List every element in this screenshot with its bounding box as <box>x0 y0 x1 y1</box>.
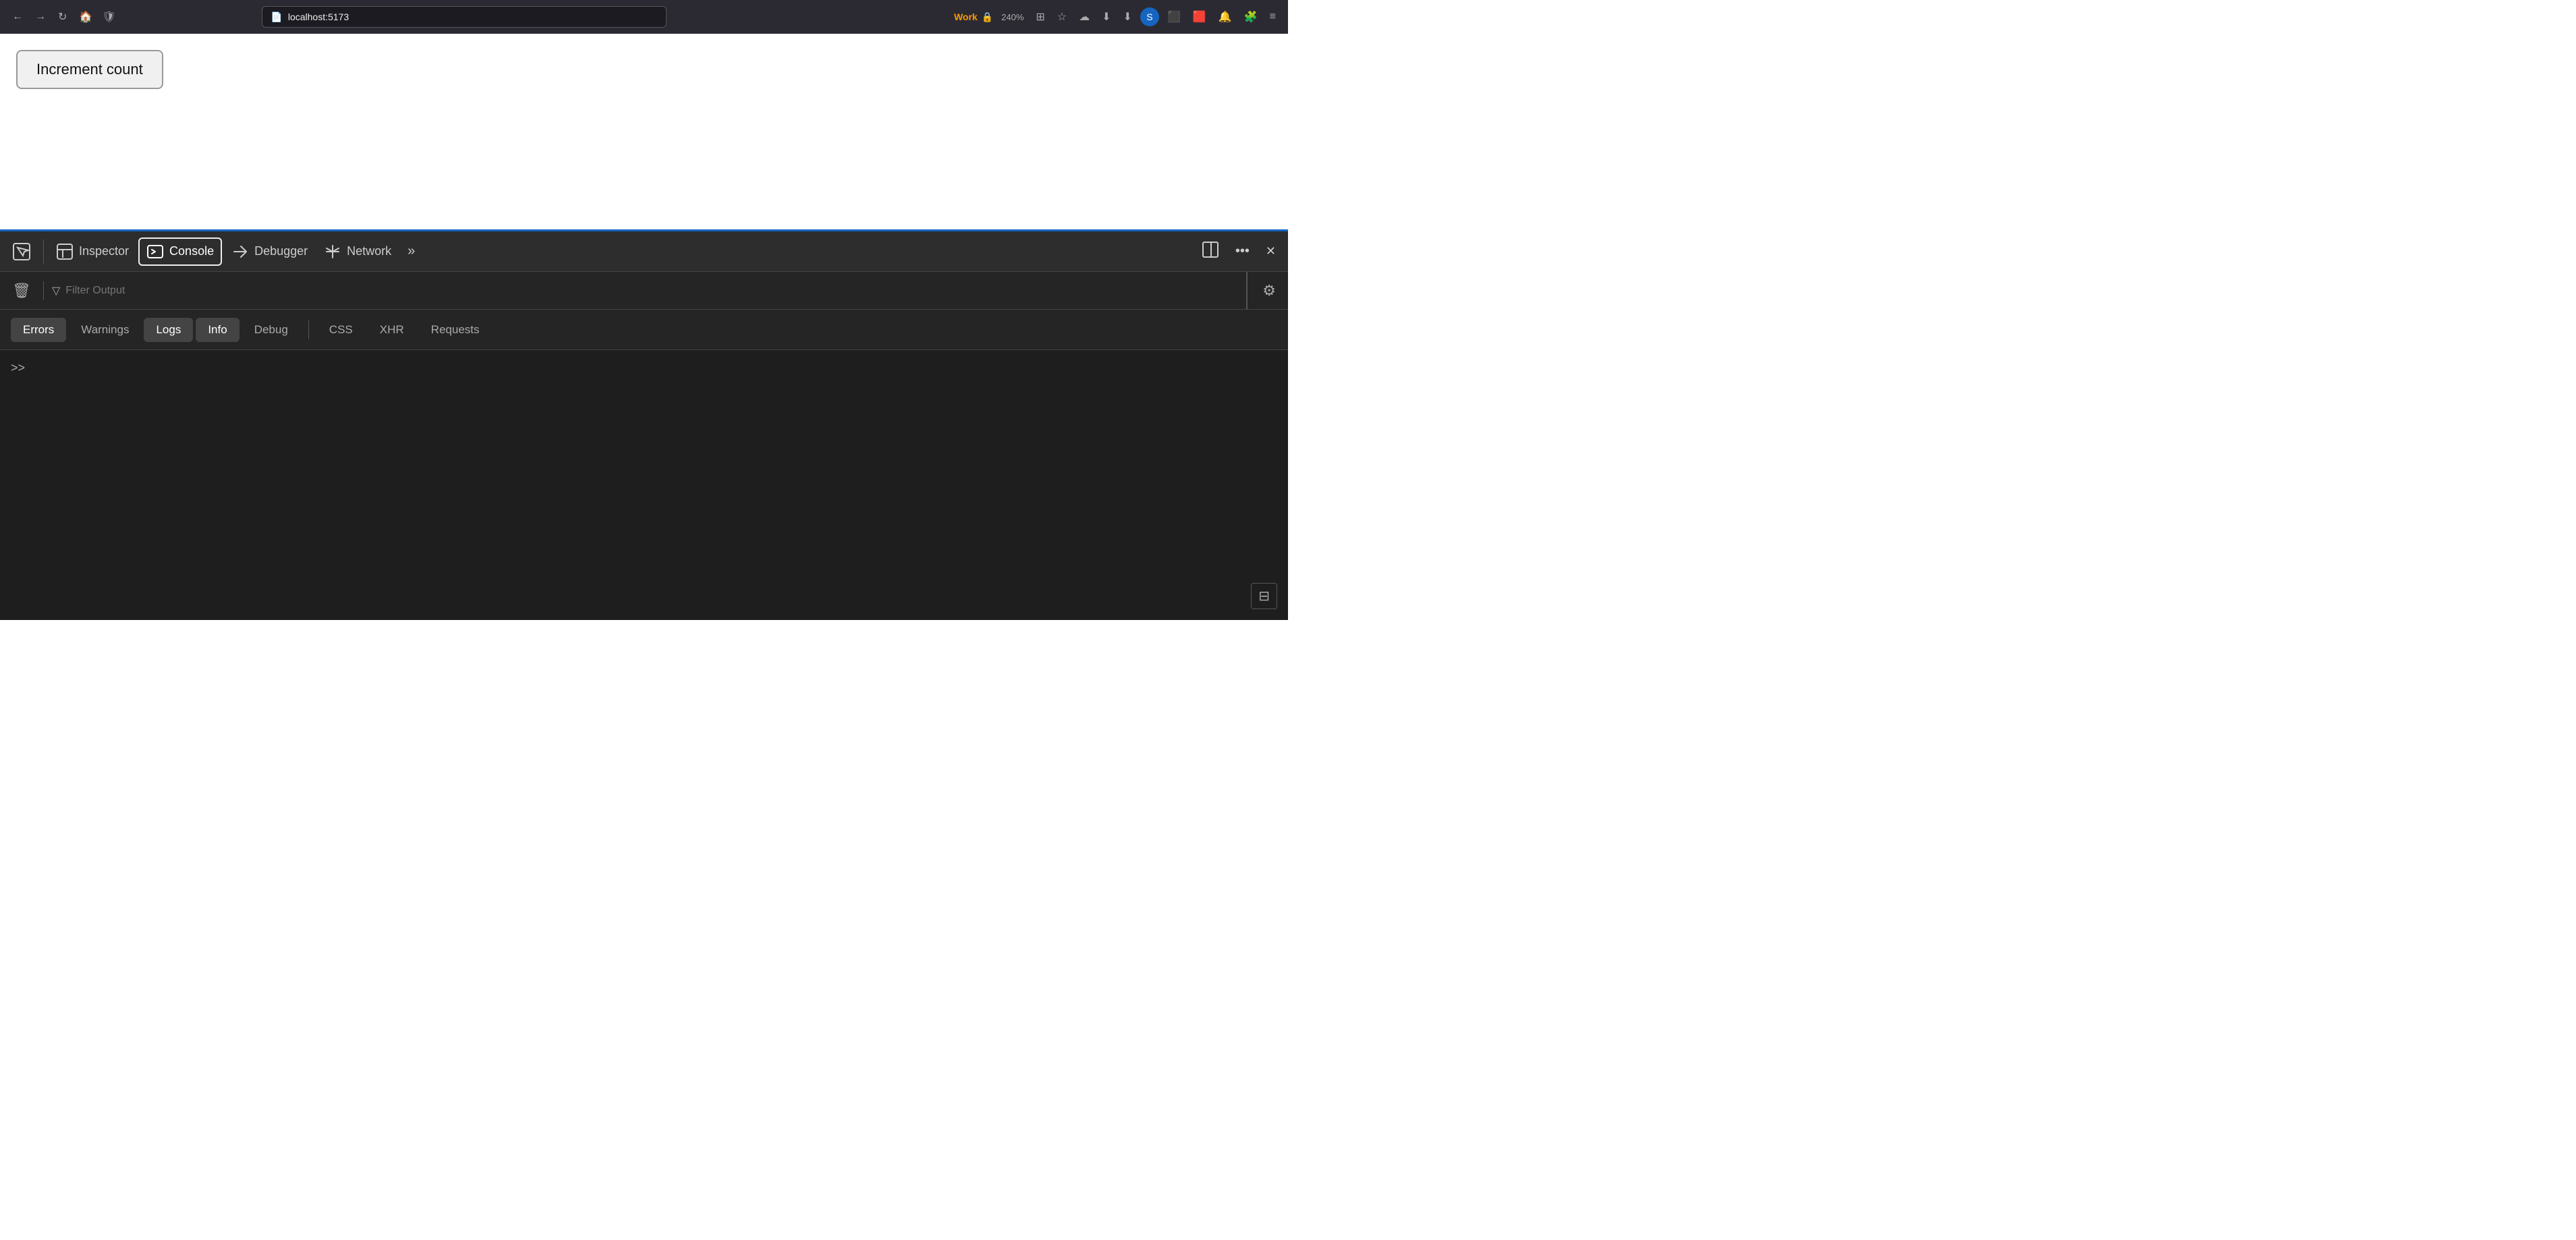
reload-button[interactable]: ↻ <box>54 7 71 26</box>
sync-button[interactable]: ⬇ <box>1119 7 1136 26</box>
downloads-button[interactable]: ⬇ <box>1098 7 1115 26</box>
side-panel-button[interactable]: ⊟ <box>1251 583 1277 609</box>
console-button[interactable]: Console <box>138 237 222 266</box>
console-settings-button[interactable]: ⚙ <box>1258 278 1280 304</box>
toolbar-separator-1 <box>43 239 44 264</box>
tab-css[interactable]: CSS <box>317 318 365 342</box>
close-devtools-button[interactable]: ✕ <box>1259 240 1283 262</box>
layout-icon <box>1202 241 1219 258</box>
work-label: Work <box>954 11 978 22</box>
shield-icon: 🛡 <box>102 10 115 24</box>
pocket-button[interactable]: ☁ <box>1075 7 1094 26</box>
forward-button[interactable]: → <box>31 8 50 26</box>
page-icon: 📄 <box>271 11 282 23</box>
zoom-button[interactable]: 240% <box>997 11 1028 24</box>
extensions-grid-button[interactable]: ⊞ <box>1032 7 1048 26</box>
devtools-panel: Inspector Console Debugger Network <box>0 229 1288 620</box>
bookmark-button[interactable]: ☆ <box>1053 7 1071 26</box>
tab-info[interactable]: Info <box>196 318 239 342</box>
tab-requests[interactable]: Requests <box>419 318 492 342</box>
filter-input-wrap: ▽ <box>52 284 1250 298</box>
network-label: Network <box>347 244 391 258</box>
browser-right-icons: Work 🔒 240% ⊞ ☆ ☁ ⬇ ⬇ S ⬛ 🟥 🔔 🧩 ≡ <box>954 7 1280 26</box>
debugger-button[interactable]: Debugger <box>225 239 314 264</box>
more-tools-button[interactable]: » <box>401 239 422 263</box>
app-icon-button[interactable]: 🟥 <box>1189 7 1210 26</box>
console-label: Console <box>169 244 214 258</box>
console-filter-toolbar: 🗑 ▽ ⚙ <box>0 272 1288 310</box>
devtools-right-actions: ••• ✕ <box>1195 237 1283 266</box>
network-button[interactable]: Network <box>317 239 398 264</box>
debugger-icon <box>231 243 249 260</box>
address-bar: 📄 <box>262 6 667 28</box>
pick-element-icon <box>12 242 31 261</box>
console-filter-tabs: Errors Warnings Logs Info Debug CSS XHR … <box>0 310 1288 350</box>
devtools-toolbar: Inspector Console Debugger Network <box>0 231 1288 272</box>
tab-logs[interactable]: Logs <box>144 318 193 342</box>
tab-errors[interactable]: Errors <box>11 318 66 342</box>
filter-separator <box>43 281 44 300</box>
url-input[interactable] <box>288 11 659 22</box>
menu-button[interactable]: ≡ <box>1266 8 1280 26</box>
options-button[interactable]: ••• <box>1229 239 1256 263</box>
lock-icon: 🔒 <box>982 11 993 23</box>
prompt-symbol: >> <box>11 361 25 375</box>
right-panel-separator <box>1246 272 1248 310</box>
profile-button[interactable]: S <box>1140 7 1159 26</box>
filter-icon: ▽ <box>52 284 60 298</box>
tab-debug[interactable]: Debug <box>242 318 300 342</box>
nav-buttons: ← → ↻ 🏠 <box>8 7 96 26</box>
extensions-button[interactable]: ⬛ <box>1163 7 1185 26</box>
tab-xhr[interactable]: XHR <box>368 318 416 342</box>
back-button[interactable]: ← <box>8 8 27 26</box>
tab-warnings[interactable]: Warnings <box>69 318 141 342</box>
clear-console-button[interactable]: 🗑 <box>8 278 35 304</box>
chevron-right-double-icon: » <box>408 244 415 259</box>
home-button[interactable]: 🏠 <box>75 7 96 26</box>
inspector-icon <box>56 243 74 260</box>
browser-toolbar: ← → ↻ 🏠 🛡 📄 Work 🔒 240% ⊞ ☆ ☁ ⬇ ⬇ S ⬛ 🟥 … <box>0 0 1288 34</box>
page-content: Increment count <box>0 34 1288 229</box>
bell-button[interactable]: 🔔 <box>1214 7 1236 26</box>
network-icon <box>324 243 341 260</box>
filter-input[interactable] <box>65 285 1250 297</box>
element-picker-button[interactable] <box>5 238 38 265</box>
console-icon <box>146 243 164 260</box>
inspector-label: Inspector <box>79 244 129 258</box>
filter-tabs-separator <box>308 320 309 339</box>
console-output-area: >> ⊟ <box>0 350 1288 620</box>
increment-count-button[interactable]: Increment count <box>16 50 163 89</box>
inspector-button[interactable]: Inspector <box>49 239 136 264</box>
console-prompt: >> <box>11 361 25 375</box>
layout-toggle-button[interactable] <box>1195 237 1226 266</box>
debugger-label: Debugger <box>254 244 308 258</box>
puzzle-button[interactable]: 🧩 <box>1240 7 1262 26</box>
